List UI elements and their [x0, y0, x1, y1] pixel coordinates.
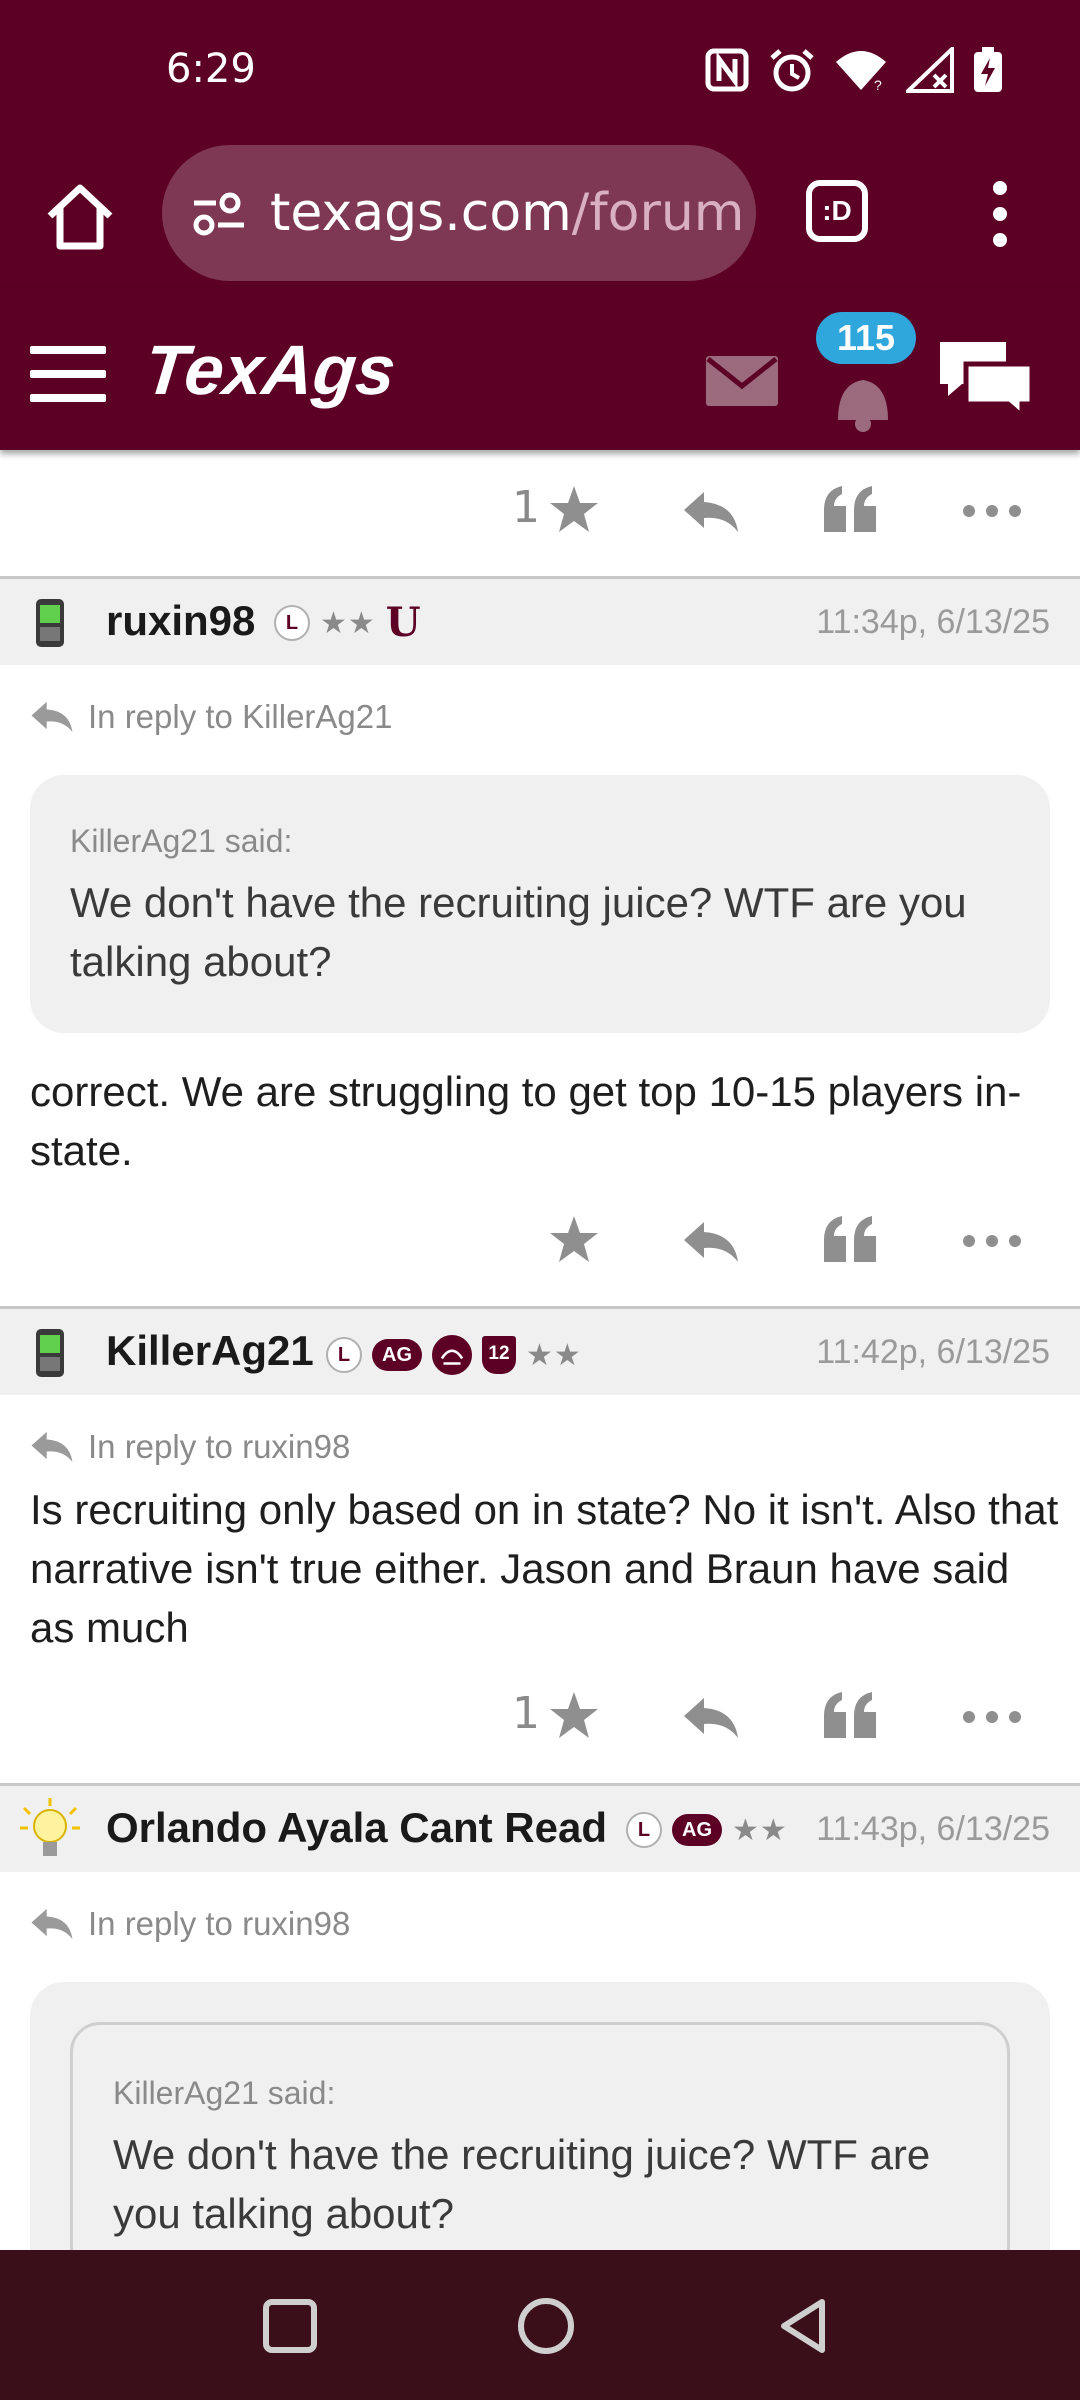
site-settings-icon[interactable]: [190, 191, 246, 237]
notification-count-badge: 115: [816, 312, 916, 364]
ag-badge: AG: [672, 1814, 722, 1846]
quote-text: We don't have the recruiting juice? WTF …: [113, 2131, 931, 2237]
quote-icon[interactable]: [822, 484, 878, 534]
hamburger-menu-icon[interactable]: [30, 346, 106, 402]
post-header: KillerAg21 L AG 12 ★★ 11:42p, 6/13/25: [0, 1309, 1080, 1395]
star-icon[interactable]: [548, 1214, 600, 1266]
post-actions: 1: [0, 460, 1080, 560]
reply-icon[interactable]: [682, 1696, 740, 1740]
post-timestamp[interactable]: 11:34p, 6/13/25: [816, 603, 1050, 642]
quote-block: KillerAg21 said: We don't have the recru…: [30, 1982, 1050, 2250]
like-count: 1: [512, 1688, 540, 1739]
user-avatar-lightbulb-icon[interactable]: [18, 1796, 82, 1862]
back-triangle-icon[interactable]: [772, 2294, 836, 2358]
in-reply-to[interactable]: In reply to ruxin98: [30, 1428, 350, 1466]
reply-icon: [31, 701, 73, 733]
system-nav-bar: [0, 2250, 1080, 2400]
user-avatar-phone-icon[interactable]: [30, 597, 70, 649]
in-reply-to[interactable]: In reply to KillerAg21: [30, 698, 393, 736]
quote-block: KillerAg21 said: We don't have the recru…: [30, 775, 1050, 1033]
user-badges: L ★★ U: [274, 599, 421, 646]
url-text[interactable]: texags.com/forum: [270, 183, 744, 243]
url-path: /forum: [571, 183, 745, 243]
lifetime-badge: L: [626, 1812, 662, 1848]
post-actions: [0, 1190, 1080, 1290]
username[interactable]: Orlando Ayala Cant Read: [106, 1804, 607, 1852]
team-logo-icon: [432, 1335, 472, 1375]
svg-text:?: ?: [874, 77, 882, 92]
user-avatar-phone-icon[interactable]: [30, 1327, 70, 1379]
status-bar: 6:29 ?: [0, 0, 1080, 140]
signal-icon: [906, 47, 954, 93]
username[interactable]: ruxin98: [106, 597, 255, 645]
post-timestamp[interactable]: 11:42p, 6/13/25: [816, 1333, 1050, 1372]
user-badges: L AG 12 ★★: [326, 1335, 582, 1375]
user-badges: L AG ★★: [626, 1812, 788, 1848]
status-time: 6:29: [166, 46, 256, 92]
reply-icon[interactable]: [682, 1220, 740, 1264]
in-reply-to-text: In reply to KillerAg21: [88, 698, 393, 735]
more-horiz-icon[interactable]: [962, 504, 1022, 518]
reply-icon: [31, 1431, 73, 1463]
stars-badge: ★★: [526, 1338, 582, 1372]
stars-badge: ★★: [732, 1813, 788, 1847]
recents-square-icon[interactable]: [258, 2294, 322, 2358]
star-icon[interactable]: [548, 484, 600, 536]
alarm-icon: [770, 49, 814, 92]
post-actions: 1: [0, 1666, 1080, 1766]
in-reply-to-text: In reply to ruxin98: [88, 1428, 351, 1465]
quote-icon[interactable]: [822, 1214, 878, 1264]
url-host: texags.com: [270, 183, 572, 243]
home-circle-icon[interactable]: [514, 2294, 578, 2358]
u-badge: U: [385, 599, 421, 646]
thread-content: 1 ruxin98 L ★★ U 11:34p, 6/13/25 In repl…: [0, 450, 1080, 2250]
username[interactable]: KillerAg21: [106, 1327, 314, 1375]
ag-badge: AG: [372, 1339, 422, 1371]
lifetime-badge: L: [274, 605, 310, 641]
quote-attribution: KillerAg21 said:: [113, 2075, 336, 2111]
site-header: TexAgs 115: [0, 288, 1080, 450]
chat-bubbles-icon[interactable]: [936, 338, 1036, 418]
mail-icon[interactable]: [706, 356, 778, 406]
lifetime-badge: L: [326, 1337, 362, 1373]
post-header: Orlando Ayala Cant Read L AG ★★ 11:43p, …: [0, 1786, 1080, 1872]
reply-icon: [31, 1908, 73, 1940]
in-reply-to[interactable]: In reply to ruxin98: [30, 1905, 350, 1943]
tab-switcher-icon[interactable]: :D: [806, 180, 868, 242]
star-icon[interactable]: [548, 1690, 600, 1742]
in-reply-to-text: In reply to ruxin98: [88, 1905, 351, 1942]
status-icons: ?: [704, 46, 1004, 94]
notifications-button[interactable]: 115: [808, 312, 918, 434]
home-icon[interactable]: [40, 176, 120, 256]
more-vert-icon[interactable]: [976, 174, 1024, 254]
post-body: correct. We are struggling to get top 10…: [30, 1068, 1022, 1174]
post-body: Is recruiting only based on in state? No…: [30, 1486, 1059, 1651]
more-horiz-icon[interactable]: [962, 1234, 1022, 1248]
like-count: 1: [512, 482, 540, 533]
12th-man-badge: 12: [482, 1336, 516, 1374]
wifi-icon: ?: [836, 51, 886, 92]
quote-attribution: KillerAg21 said:: [70, 823, 293, 859]
stars-badge: ★★: [320, 606, 376, 640]
battery-charging-icon: [974, 47, 1002, 92]
browser-toolbar: texags.com/forum :D: [0, 140, 1080, 288]
url-bar[interactable]: texags.com/forum: [162, 145, 756, 281]
post-timestamp[interactable]: 11:43p, 6/13/25: [816, 1810, 1050, 1849]
more-horiz-icon[interactable]: [962, 1710, 1022, 1724]
nested-quote-block: KillerAg21 said: We don't have the recru…: [70, 2022, 1010, 2250]
post-header: ruxin98 L ★★ U 11:34p, 6/13/25: [0, 579, 1080, 665]
quote-icon[interactable]: [822, 1690, 878, 1740]
quote-text: We don't have the recruiting juice? WTF …: [70, 879, 967, 985]
nfc-icon: [705, 48, 749, 92]
reply-icon[interactable]: [682, 490, 740, 534]
site-logo[interactable]: TexAgs: [141, 330, 400, 410]
